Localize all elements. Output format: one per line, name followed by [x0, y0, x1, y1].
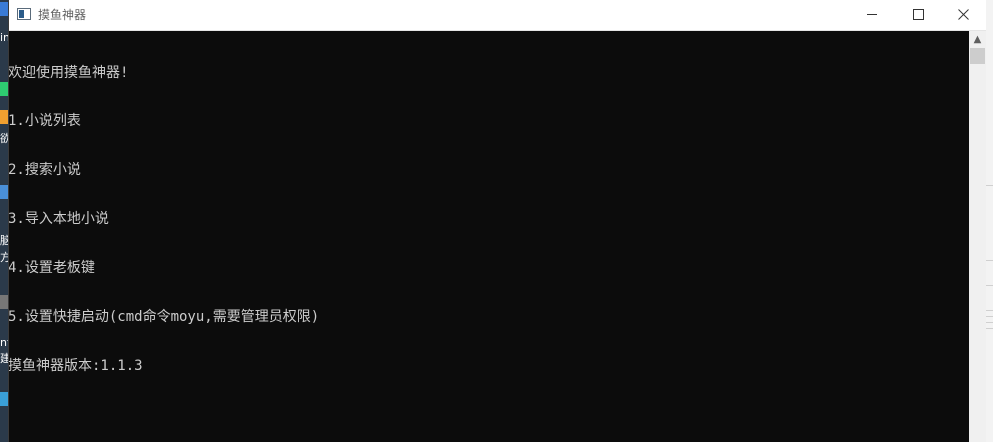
scroll-up-arrow-icon: ▲: [973, 34, 982, 45]
console-line-menu-4: 4.设置老板键: [9, 260, 95, 277]
scroll-up-button[interactable]: ▲: [969, 31, 986, 48]
console-output[interactable]: 欢迎使用摸鱼神器! 1.小说列表 2.搜索小说 3.导入本地小说 4.设置老板键…: [9, 31, 969, 442]
window-title: 摸鱼神器: [38, 8, 87, 22]
vertical-scrollbar[interactable]: ▲: [969, 31, 986, 442]
maximize-icon: [912, 9, 924, 20]
desktop-icon[interactable]: [0, 110, 8, 124]
console-line-menu-3: 3.导入本地小说: [9, 211, 109, 228]
minimize-icon: [867, 14, 877, 15]
console-window-icon[interactable]: [17, 8, 31, 20]
console-line-welcome: 欢迎使用摸鱼神器!: [9, 64, 129, 81]
divider: [986, 285, 993, 286]
divider: [986, 185, 993, 186]
close-icon: [957, 9, 969, 20]
divider: [986, 260, 993, 261]
desktop-label: im: [0, 31, 8, 44]
console-line-menu-2: 2.搜索小说: [9, 162, 81, 179]
desktop-icon[interactable]: [0, 392, 8, 406]
divider: [986, 316, 993, 317]
console-line-version: 摸鱼神器版本:1.1.3: [9, 357, 143, 374]
console-line-menu-5: 5.设置快捷启动(cmd命令moyu,需要管理员权限): [9, 309, 320, 326]
minimize-button[interactable]: [849, 0, 895, 30]
desktop-label: nf: [0, 336, 8, 349]
divider: [986, 310, 993, 311]
desktop-label: 建: [0, 352, 8, 365]
maximize-button[interactable]: [895, 0, 941, 30]
desktop-label: 方: [0, 251, 8, 264]
desktop-icon[interactable]: [0, 82, 8, 96]
desktop-icon[interactable]: [0, 2, 8, 16]
divider: [986, 322, 993, 323]
close-button[interactable]: [940, 0, 986, 30]
desktop-icon[interactable]: [0, 295, 8, 309]
desktop-left-edge: im 欲 脑 方 nf 建: [0, 0, 8, 442]
scrollbar-thumb[interactable]: [970, 48, 985, 64]
divider: [986, 328, 993, 329]
desktop-icon[interactable]: [0, 185, 8, 199]
console-window[interactable]: 摸鱼神器 欢迎使用摸鱼神器! 1.小说列表 2.搜索小说 3.导入本地小说 4.…: [8, 0, 986, 442]
title-bar[interactable]: 摸鱼神器: [9, 0, 986, 31]
console-line-menu-1: 1.小说列表: [9, 113, 81, 130]
desktop-right-edge: [985, 0, 993, 442]
desktop-label: 欲: [0, 132, 8, 145]
desktop-label: 脑: [0, 234, 8, 247]
